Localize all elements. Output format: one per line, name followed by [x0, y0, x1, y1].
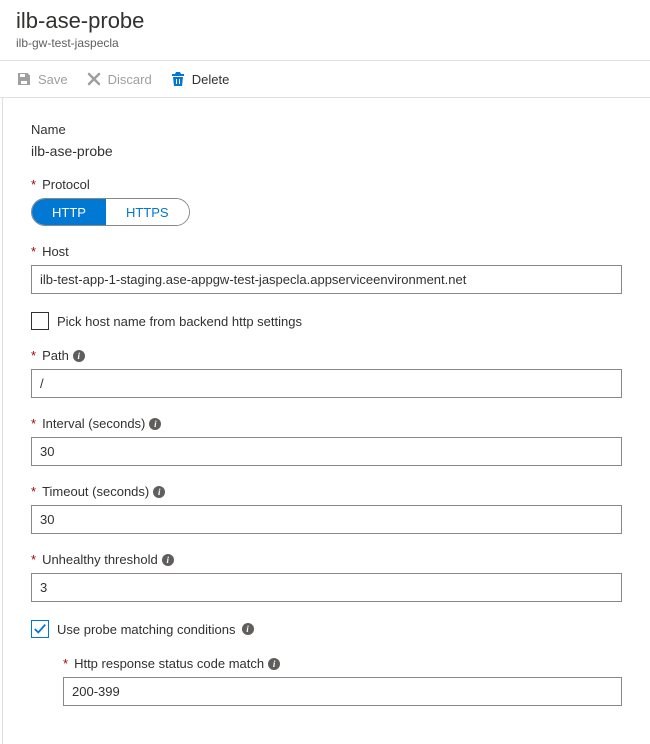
delete-label: Delete: [192, 72, 230, 87]
save-icon: [16, 71, 32, 87]
host-field: * Host: [31, 244, 622, 294]
page-title: ilb-ase-probe: [16, 8, 634, 34]
status-code-match-label: * Http response status code match i: [63, 656, 622, 671]
name-field: Name ilb-ase-probe: [31, 122, 622, 159]
command-bar: Save Discard Delete: [0, 60, 650, 98]
required-star: *: [31, 244, 36, 259]
save-button[interactable]: Save: [16, 71, 68, 87]
save-label: Save: [38, 72, 68, 87]
path-input[interactable]: [31, 369, 622, 398]
info-icon[interactable]: i: [242, 623, 254, 635]
unhealthy-threshold-label: * Unhealthy threshold i: [31, 552, 622, 567]
page-subtitle: ilb-gw-test-jaspecla: [16, 36, 634, 50]
name-label: Name: [31, 122, 622, 137]
delete-icon: [170, 71, 186, 87]
info-icon[interactable]: i: [153, 486, 165, 498]
required-star: *: [31, 348, 36, 363]
required-star: *: [31, 416, 36, 431]
use-matching-label: Use probe matching conditions i: [57, 622, 254, 637]
name-value: ilb-ase-probe: [31, 143, 622, 159]
host-input[interactable]: [31, 265, 622, 294]
required-star: *: [63, 656, 68, 671]
discard-icon: [86, 71, 102, 87]
info-icon[interactable]: i: [162, 554, 174, 566]
required-star: *: [31, 177, 36, 192]
status-code-match-input[interactable]: [63, 677, 622, 706]
host-label: * Host: [31, 244, 622, 259]
info-icon[interactable]: i: [268, 658, 280, 670]
path-field: * Path i: [31, 348, 622, 398]
form-content: Name ilb-ase-probe * Protocol HTTP HTTPS…: [2, 98, 650, 744]
required-star: *: [31, 484, 36, 499]
timeout-label: * Timeout (seconds) i: [31, 484, 622, 499]
required-star: *: [31, 552, 36, 567]
use-matching-checkbox[interactable]: [31, 620, 49, 638]
use-matching-checkbox-row: Use probe matching conditions i: [31, 620, 622, 638]
timeout-input[interactable]: [31, 505, 622, 534]
protocol-http-option[interactable]: HTTP: [32, 199, 106, 225]
discard-label: Discard: [108, 72, 152, 87]
protocol-https-option[interactable]: HTTPS: [106, 199, 189, 225]
protocol-field: * Protocol HTTP HTTPS: [31, 177, 622, 226]
timeout-field: * Timeout (seconds) i: [31, 484, 622, 534]
info-icon[interactable]: i: [149, 418, 161, 430]
interval-field: * Interval (seconds) i: [31, 416, 622, 466]
pick-host-label: Pick host name from backend http setting…: [57, 314, 302, 329]
check-icon: [33, 622, 47, 636]
path-label: * Path i: [31, 348, 622, 363]
info-icon[interactable]: i: [73, 350, 85, 362]
interval-label: * Interval (seconds) i: [31, 416, 622, 431]
interval-input[interactable]: [31, 437, 622, 466]
pick-host-checkbox[interactable]: [31, 312, 49, 330]
discard-button[interactable]: Discard: [86, 71, 152, 87]
unhealthy-threshold-field: * Unhealthy threshold i: [31, 552, 622, 602]
pick-host-checkbox-row: Pick host name from backend http setting…: [31, 312, 622, 330]
status-code-match-field: * Http response status code match i: [63, 656, 622, 706]
delete-button[interactable]: Delete: [170, 71, 230, 87]
blade-header: ilb-ase-probe ilb-gw-test-jaspecla: [0, 0, 650, 60]
protocol-label: * Protocol: [31, 177, 622, 192]
protocol-toggle: HTTP HTTPS: [31, 198, 190, 226]
unhealthy-threshold-input[interactable]: [31, 573, 622, 602]
